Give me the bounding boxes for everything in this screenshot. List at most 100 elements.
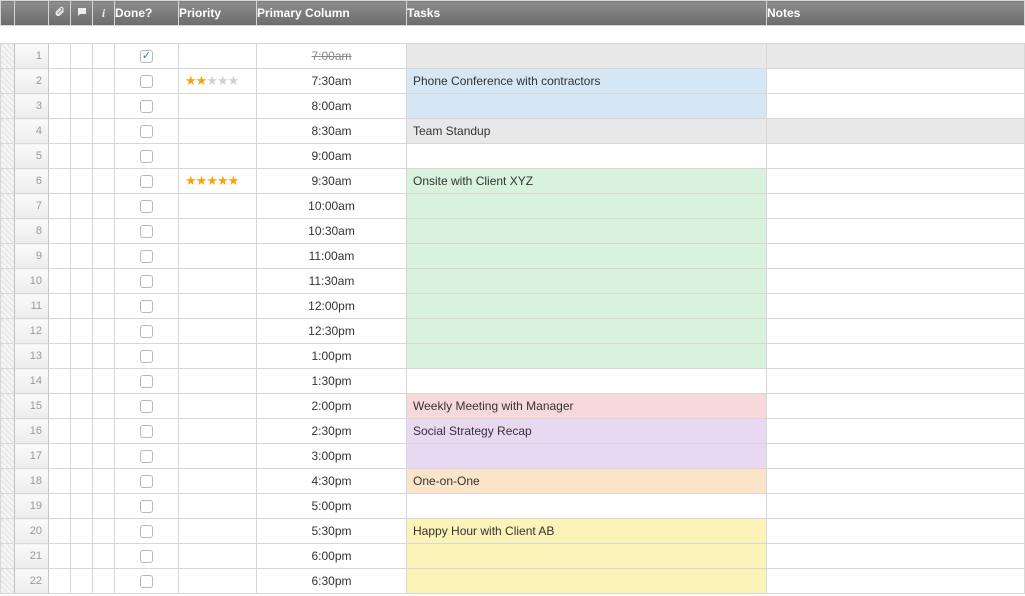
cell-priority[interactable] <box>179 419 257 444</box>
cell-primary[interactable]: 9:00am <box>257 144 407 169</box>
cell-info[interactable] <box>93 244 115 269</box>
cell-primary[interactable]: 7:30am <box>257 69 407 94</box>
cell-priority[interactable] <box>179 369 257 394</box>
cell-info[interactable] <box>93 94 115 119</box>
cell-info[interactable] <box>93 519 115 544</box>
cell-attachment[interactable] <box>49 344 71 369</box>
cell-comment[interactable] <box>71 369 93 394</box>
cell-done[interactable] <box>115 344 179 369</box>
cell-attachment[interactable] <box>49 469 71 494</box>
done-checkbox[interactable] <box>140 150 153 163</box>
cell-attachment[interactable] <box>49 494 71 519</box>
cell-notes[interactable] <box>767 44 1025 69</box>
row-number[interactable]: 21 <box>15 544 49 569</box>
done-checkbox[interactable] <box>140 500 153 513</box>
row-number[interactable]: 18 <box>15 469 49 494</box>
cell-priority[interactable] <box>179 319 257 344</box>
cell-attachment[interactable] <box>49 444 71 469</box>
cell-done[interactable] <box>115 169 179 194</box>
cell-notes[interactable] <box>767 444 1025 469</box>
row-drag-handle[interactable] <box>1 494 15 519</box>
row-number[interactable]: 2 <box>15 69 49 94</box>
done-checkbox[interactable] <box>140 125 153 138</box>
cell-done[interactable] <box>115 69 179 94</box>
column-header-rownum[interactable] <box>15 1 49 26</box>
cell-comment[interactable] <box>71 94 93 119</box>
cell-info[interactable] <box>93 194 115 219</box>
cell-priority[interactable] <box>179 544 257 569</box>
cell-primary[interactable]: 5:00pm <box>257 494 407 519</box>
cell-priority[interactable] <box>179 119 257 144</box>
cell-done[interactable] <box>115 244 179 269</box>
done-checkbox[interactable] <box>140 275 153 288</box>
row-drag-handle[interactable] <box>1 369 15 394</box>
cell-task[interactable] <box>407 244 767 269</box>
cell-primary[interactable]: 6:00pm <box>257 544 407 569</box>
row-drag-handle[interactable] <box>1 544 15 569</box>
star-icon[interactable]: ★ <box>206 73 217 88</box>
cell-comment[interactable] <box>71 544 93 569</box>
cell-task[interactable] <box>407 294 767 319</box>
cell-task[interactable]: One-on-One <box>407 469 767 494</box>
cell-priority[interactable] <box>179 194 257 219</box>
row-number[interactable]: 14 <box>15 369 49 394</box>
row-drag-handle[interactable] <box>1 444 15 469</box>
cell-notes[interactable] <box>767 94 1025 119</box>
cell-priority[interactable] <box>179 44 257 69</box>
cell-info[interactable] <box>93 344 115 369</box>
column-header-primary[interactable]: Primary Column <box>257 1 407 26</box>
cell-task[interactable]: Weekly Meeting with Manager <box>407 394 767 419</box>
row-number[interactable]: 20 <box>15 519 49 544</box>
cell-task[interactable] <box>407 144 767 169</box>
row-number[interactable]: 6 <box>15 169 49 194</box>
done-checkbox[interactable] <box>140 100 153 113</box>
cell-primary[interactable]: 6:30pm <box>257 569 407 594</box>
cell-comment[interactable] <box>71 319 93 344</box>
row-number[interactable]: 11 <box>15 294 49 319</box>
cell-comment[interactable] <box>71 294 93 319</box>
cell-info[interactable] <box>93 169 115 194</box>
cell-done[interactable] <box>115 519 179 544</box>
row-drag-handle[interactable] <box>1 394 15 419</box>
cell-done[interactable] <box>115 494 179 519</box>
cell-comment[interactable] <box>71 244 93 269</box>
done-checkbox[interactable] <box>140 300 153 313</box>
done-checkbox[interactable] <box>140 450 153 463</box>
cell-primary[interactable]: 11:30am <box>257 269 407 294</box>
cell-task[interactable] <box>407 44 767 69</box>
cell-attachment[interactable] <box>49 319 71 344</box>
done-checkbox[interactable] <box>140 475 153 488</box>
cell-attachment[interactable] <box>49 94 71 119</box>
cell-done[interactable] <box>115 219 179 244</box>
cell-notes[interactable] <box>767 244 1025 269</box>
cell-info[interactable] <box>93 494 115 519</box>
cell-comment[interactable] <box>71 69 93 94</box>
column-header-done[interactable]: Done? <box>115 1 179 26</box>
cell-info[interactable] <box>93 269 115 294</box>
cell-primary[interactable]: 3:00pm <box>257 444 407 469</box>
cell-priority[interactable] <box>179 494 257 519</box>
row-number[interactable]: 4 <box>15 119 49 144</box>
cell-info[interactable] <box>93 44 115 69</box>
cell-task[interactable] <box>407 444 767 469</box>
cell-priority[interactable] <box>179 569 257 594</box>
cell-done[interactable] <box>115 369 179 394</box>
done-checkbox[interactable] <box>140 575 153 588</box>
cell-task[interactable] <box>407 569 767 594</box>
cell-primary[interactable]: 2:00pm <box>257 394 407 419</box>
cell-info[interactable] <box>93 444 115 469</box>
cell-info[interactable] <box>93 544 115 569</box>
cell-primary[interactable]: 4:30pm <box>257 469 407 494</box>
row-number[interactable]: 8 <box>15 219 49 244</box>
cell-comment[interactable] <box>71 444 93 469</box>
cell-task[interactable]: Social Strategy Recap <box>407 419 767 444</box>
cell-notes[interactable] <box>767 469 1025 494</box>
cell-priority[interactable] <box>179 294 257 319</box>
cell-primary[interactable]: 11:00am <box>257 244 407 269</box>
cell-done[interactable] <box>115 119 179 144</box>
cell-notes[interactable] <box>767 544 1025 569</box>
done-checkbox[interactable] <box>140 400 153 413</box>
column-header-info[interactable]: i <box>93 1 115 26</box>
cell-comment[interactable] <box>71 219 93 244</box>
cell-task[interactable]: Onsite with Client XYZ <box>407 169 767 194</box>
